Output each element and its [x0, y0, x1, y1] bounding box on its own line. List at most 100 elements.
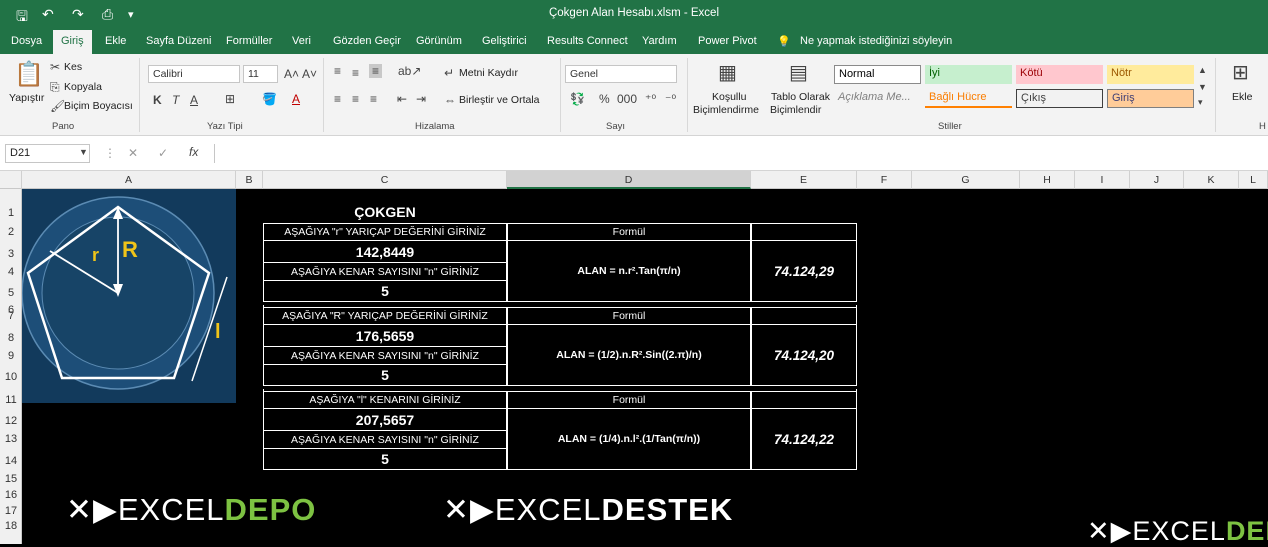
block2-input-R[interactable]: 176,5659 — [263, 324, 507, 347]
insert-button[interactable]: Ekle — [1232, 91, 1252, 103]
formula-input[interactable] — [214, 144, 1268, 163]
column-header[interactable]: E — [751, 171, 857, 189]
increase-decimal-icon[interactable]: ⁺⁰ — [645, 92, 656, 106]
tab-yardim[interactable]: Yardım — [642, 35, 677, 47]
row-header[interactable]: 8 — [0, 332, 22, 344]
conditional-formatting-label-2[interactable]: Biçimlendirme — [693, 104, 759, 116]
row-header[interactable]: 7 — [0, 310, 22, 322]
fill-color-icon[interactable]: 🪣 — [262, 92, 277, 106]
tab-gelistirici[interactable]: Geliştirici — [482, 35, 527, 47]
format-as-table-icon[interactable]: ▤ — [789, 60, 808, 85]
borders-icon[interactable]: ⊞ — [225, 92, 235, 106]
align-top-icon[interactable]: ≡ — [334, 64, 341, 78]
align-left-icon[interactable]: ≡ — [334, 92, 341, 106]
accounting-format-icon[interactable]: 💱 — [570, 92, 585, 106]
decrease-indent-icon[interactable]: ⇤ — [397, 92, 407, 106]
style-good[interactable]: İyi — [925, 65, 1012, 84]
row-header[interactable]: 11 — [0, 394, 22, 406]
conditional-formatting-icon[interactable]: ▦ — [718, 60, 737, 85]
enter-icon[interactable]: ✓ — [158, 146, 168, 160]
cancel-icon[interactable]: ✕ — [128, 146, 138, 160]
tab-ekle[interactable]: Ekle — [105, 35, 126, 47]
increase-indent-icon[interactable]: ⇥ — [416, 92, 426, 106]
style-explanatory[interactable]: Açıklama Me... — [834, 89, 921, 108]
align-right-icon[interactable]: ≡ — [370, 92, 377, 106]
style-bad[interactable]: Kötü — [1016, 65, 1103, 84]
tab-giris[interactable]: Giriş — [53, 30, 92, 54]
format-as-table-label-1[interactable]: Tablo Olarak — [771, 91, 830, 103]
copy-icon[interactable]: ⎘ — [50, 80, 60, 95]
block3-input-n[interactable]: 5 — [263, 448, 507, 470]
style-input[interactable]: Giriş — [1107, 89, 1194, 108]
column-header[interactable]: L — [1239, 171, 1268, 189]
font-size-select[interactable]: 11 — [243, 65, 278, 83]
style-neutral[interactable]: Nötr — [1107, 65, 1194, 84]
wrap-text-icon[interactable]: ↵ — [444, 66, 454, 80]
column-header[interactable]: F — [857, 171, 912, 189]
percent-icon[interactable]: % — [599, 92, 610, 106]
row-header[interactable]: 4 — [0, 266, 22, 278]
tell-me-search[interactable]: Ne yapmak istediğinizi söyleyin — [800, 35, 952, 47]
wrap-text-button[interactable]: Metni Kaydır — [459, 67, 518, 79]
copy-button[interactable]: Kopyala — [64, 81, 102, 93]
row-header[interactable]: 12 — [0, 415, 22, 427]
insert-function-icon[interactable]: fx — [189, 145, 198, 159]
styles-scroll-down-icon[interactable]: ▼ — [1198, 82, 1207, 92]
merge-center-button[interactable]: Birleştir ve Ortala — [459, 94, 540, 106]
bold-icon[interactable]: K — [153, 93, 162, 107]
merge-center-icon[interactable]: ⇔ — [444, 93, 456, 107]
paste-icon[interactable]: 📋 — [14, 60, 44, 89]
underline-icon[interactable]: A — [190, 93, 198, 107]
block2-input-n[interactable]: 5 — [263, 364, 507, 386]
align-middle-icon[interactable]: ≡ — [352, 66, 359, 80]
style-normal[interactable]: Normal — [834, 65, 921, 84]
row-header[interactable]: 14 — [0, 455, 22, 467]
tab-results-connect[interactable]: Results Connect — [547, 35, 628, 47]
italic-icon[interactable]: T — [172, 93, 179, 107]
column-header[interactable]: B — [236, 171, 263, 189]
comma-style-icon[interactable]: 000 — [617, 92, 637, 106]
worksheet[interactable]: R r l ÇOKGEN AŞAĞIYA "r" YARIÇAP DEĞERİN… — [22, 189, 1268, 546]
row-header[interactable]: 5 — [0, 287, 22, 299]
name-box[interactable]: D21 — [5, 144, 90, 163]
format-painter-button[interactable]: Biçim Boyacısı — [64, 100, 133, 112]
conditional-formatting-label-1[interactable]: Koşullu — [712, 91, 746, 103]
row-header[interactable]: 3 — [0, 248, 22, 260]
tab-dosya[interactable]: Dosya — [11, 35, 42, 47]
column-header[interactable]: H — [1020, 171, 1075, 189]
format-painter-icon[interactable]: 🖌 — [50, 99, 65, 113]
row-header[interactable]: 2 — [0, 226, 22, 238]
column-header[interactable]: G — [912, 171, 1020, 189]
name-box-dropdown-icon[interactable]: ▼ — [79, 147, 88, 157]
decrease-font-icon[interactable]: A˅ — [302, 67, 317, 81]
styles-more-icon[interactable]: ▾ — [1198, 97, 1203, 108]
row-header[interactable]: 15 — [0, 473, 22, 485]
tab-gozden-gecir[interactable]: Gözden Geçir — [333, 35, 401, 47]
row-header[interactable]: 1 — [0, 207, 22, 219]
paste-button[interactable]: Yapıştır — [9, 92, 44, 104]
select-all-corner[interactable] — [0, 171, 22, 189]
column-header[interactable]: K — [1184, 171, 1239, 189]
align-center-icon[interactable]: ≡ — [352, 92, 359, 106]
styles-scroll-up-icon[interactable]: ▲ — [1198, 65, 1207, 75]
column-header[interactable]: A — [22, 171, 236, 189]
tab-veri[interactable]: Veri — [292, 35, 311, 47]
block1-input-n[interactable]: 5 — [263, 280, 507, 302]
row-header[interactable]: 9 — [0, 350, 22, 362]
row-header[interactable]: 13 — [0, 433, 22, 445]
style-output[interactable]: Çıkış — [1016, 89, 1103, 108]
tab-formuller[interactable]: Formüller — [226, 35, 272, 47]
orientation-icon[interactable]: ab↗ — [398, 64, 421, 78]
column-header[interactable]: J — [1130, 171, 1184, 189]
tab-sayfa-duzeni[interactable]: Sayfa Düzeni — [146, 35, 211, 47]
decrease-decimal-icon[interactable]: ⁻⁰ — [665, 92, 676, 106]
font-color-icon[interactable]: A — [292, 92, 300, 106]
insert-cells-icon[interactable]: ⊞ — [1232, 60, 1249, 85]
font-name-select[interactable]: Calibri — [148, 65, 240, 83]
column-header[interactable]: D — [507, 171, 751, 189]
column-header[interactable]: I — [1075, 171, 1130, 189]
tab-gorunum[interactable]: Görünüm — [416, 35, 462, 47]
block1-input-r[interactable]: 142,8449 — [263, 240, 507, 263]
number-format-select[interactable]: Genel — [565, 65, 677, 83]
row-header[interactable]: 18 — [0, 520, 22, 532]
